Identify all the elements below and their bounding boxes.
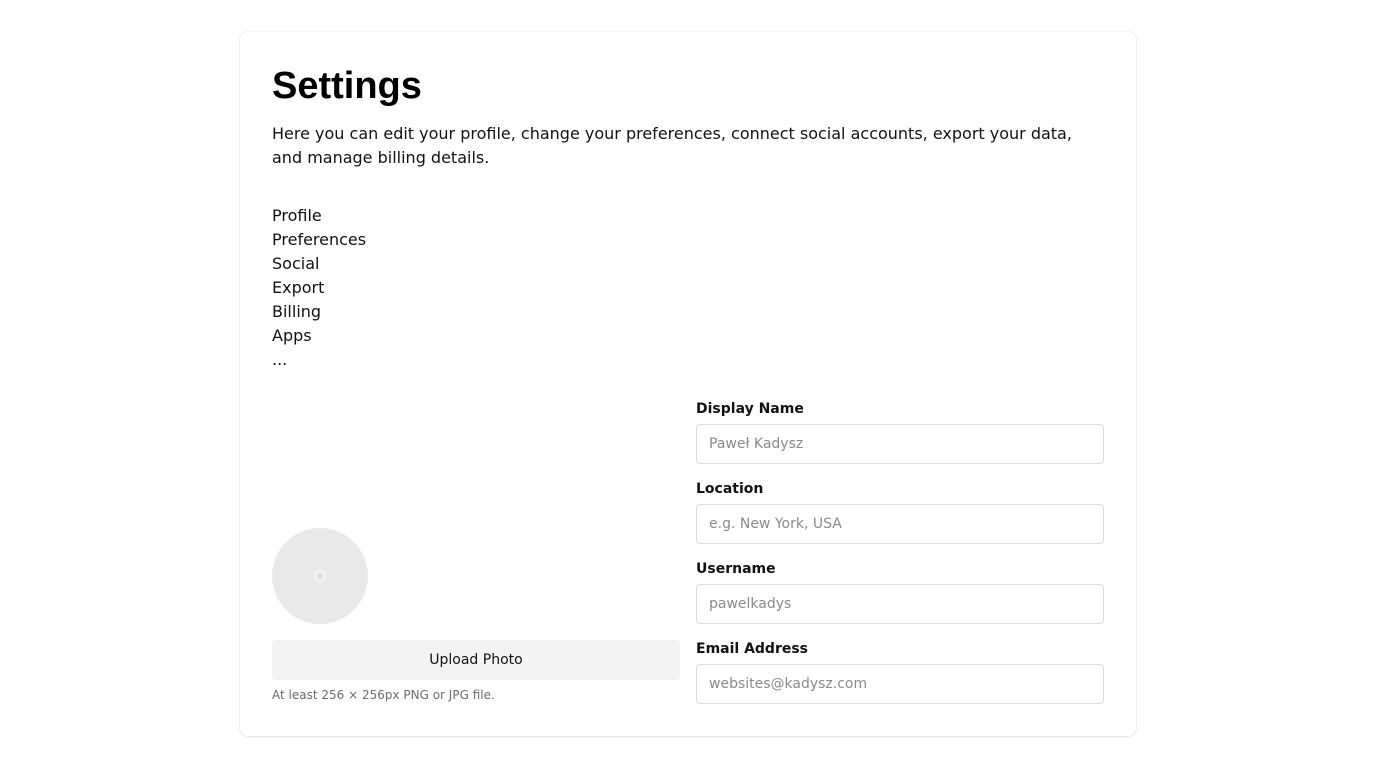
nav-item-profile[interactable]: Profile	[272, 204, 1104, 228]
profile-section: Upload Photo At least 256 × 256px PNG or…	[272, 400, 1104, 704]
location-input[interactable]	[696, 504, 1104, 544]
username-input[interactable]	[696, 584, 1104, 624]
photo-column: Upload Photo At least 256 × 256px PNG or…	[272, 400, 680, 704]
nav-item-preferences[interactable]: Preferences	[272, 228, 1104, 252]
settings-card: Settings Here you can edit your profile,…	[240, 32, 1136, 736]
upload-photo-button[interactable]: Upload Photo	[272, 640, 680, 680]
page-title: Settings	[272, 65, 422, 107]
username-field-group: Username	[696, 560, 1104, 624]
email-field-group: Email Address	[696, 640, 1104, 704]
settings-nav: Profile Preferences Social Export Billin…	[272, 204, 1104, 372]
location-label: Location	[696, 481, 764, 497]
page-description: Here you can edit your profile, change y…	[272, 124, 1072, 167]
nav-item-more[interactable]: ...	[272, 348, 1104, 372]
nav-item-billing[interactable]: Billing	[272, 300, 1104, 324]
email-label: Email Address	[696, 641, 809, 657]
avatar-placeholder-icon	[313, 569, 327, 583]
nav-item-apps[interactable]: Apps	[272, 324, 1104, 348]
profile-form: Display Name Location Username Email Add…	[696, 400, 1104, 704]
upload-hint: At least 256 × 256px PNG or JPG file.	[272, 688, 495, 702]
display-name-field-group: Display Name	[696, 400, 1104, 464]
username-label: Username	[696, 561, 776, 577]
display-name-input[interactable]	[696, 424, 1104, 464]
location-field-group: Location	[696, 480, 1104, 544]
display-name-label: Display Name	[696, 401, 804, 417]
nav-item-social[interactable]: Social	[272, 252, 1104, 276]
email-input[interactable]	[696, 664, 1104, 704]
avatar[interactable]	[272, 528, 368, 624]
nav-item-export[interactable]: Export	[272, 276, 1104, 300]
